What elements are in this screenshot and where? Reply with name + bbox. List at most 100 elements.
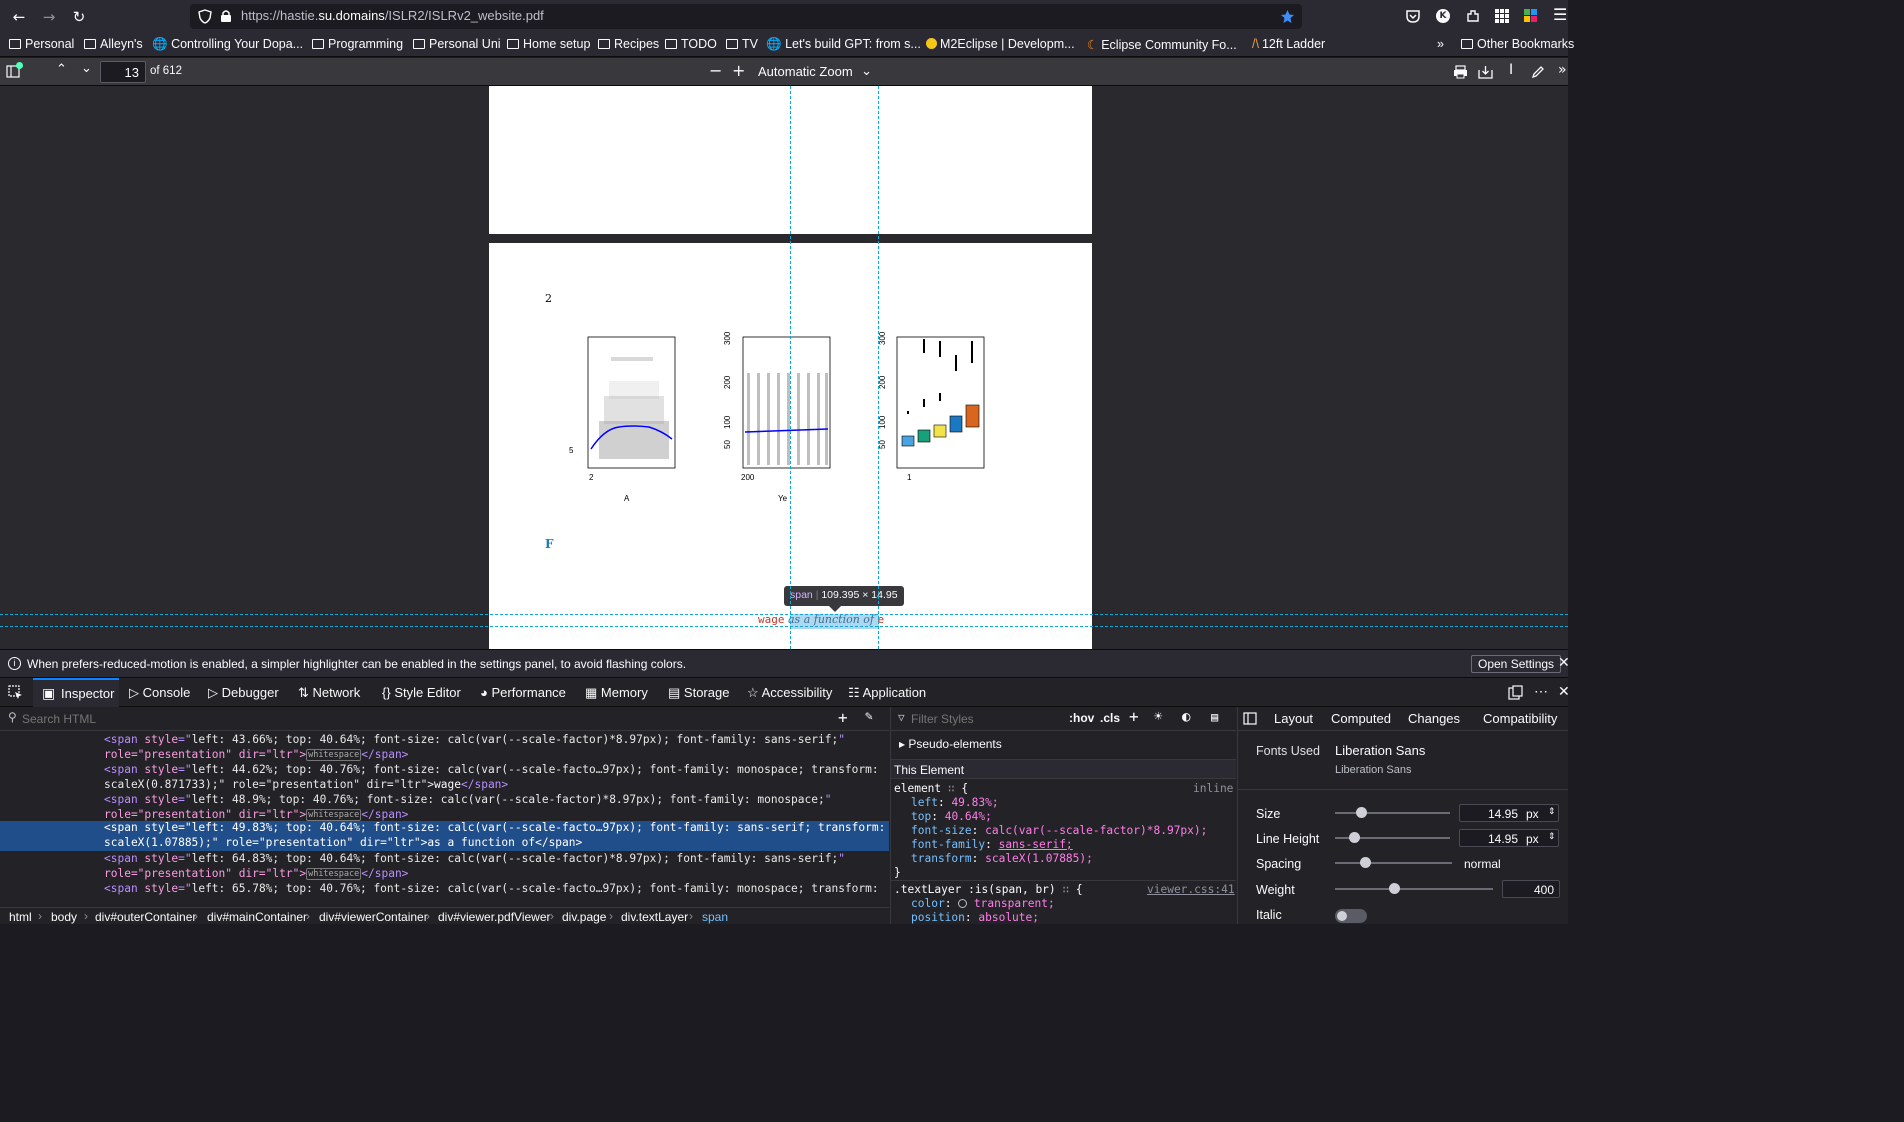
filter-styles-input[interactable] bbox=[911, 710, 1061, 728]
add-rule-icon[interactable]: + bbox=[1129, 707, 1139, 726]
tab-accessibility[interactable]: ☆ Accessibility bbox=[747, 685, 832, 701]
menu-icon[interactable]: ☰ bbox=[1553, 5, 1567, 24]
tab-network[interactable]: ⇅ Network bbox=[298, 685, 360, 701]
element-picker-icon[interactable] bbox=[8, 685, 23, 700]
textlayer-declarations[interactable]: color: transparent; position: absolute; bbox=[911, 897, 1055, 925]
breadcrumb-item[interactable]: div#mainContainer bbox=[207, 910, 307, 924]
apps-grid-icon[interactable] bbox=[1494, 8, 1510, 24]
save-icon[interactable] bbox=[1478, 65, 1493, 79]
pdf-viewer[interactable]: 2 5 2 A 300 200 100 50 200 Ye 300 200 10… bbox=[0, 86, 1568, 649]
weight-slider[interactable] bbox=[1335, 888, 1493, 890]
next-page-icon[interactable]: ⌄ bbox=[81, 61, 92, 76]
weight-slider-thumb[interactable] bbox=[1389, 883, 1400, 894]
search-html-input[interactable] bbox=[22, 710, 812, 728]
extension-colorful-icon[interactable] bbox=[1523, 8, 1539, 24]
bookmark-item[interactable]: M2Eclipse | Developm... bbox=[926, 37, 1075, 51]
toggle-pane-icon[interactable] bbox=[1243, 712, 1257, 725]
bookmark-item[interactable]: TV bbox=[726, 37, 758, 51]
extensions-icon[interactable] bbox=[1465, 8, 1481, 24]
tab-performance[interactable]: ◕ Performance bbox=[480, 685, 566, 700]
markup-node[interactable]: <span style="left: 44.62%; top: 40.76%; … bbox=[104, 763, 884, 792]
bookmark-star-icon[interactable] bbox=[1280, 9, 1295, 24]
italic-toggle[interactable] bbox=[1335, 909, 1367, 923]
breadcrumb-item[interactable]: div#viewer.pdfViewer bbox=[438, 910, 551, 924]
text-cursor-icon[interactable]: I bbox=[1509, 62, 1513, 78]
tab-application[interactable]: ☷ Application bbox=[848, 685, 926, 701]
tab-style-editor[interactable]: {} Style Editor bbox=[382, 685, 461, 700]
light-theme-icon[interactable]: ☀ bbox=[1154, 709, 1162, 725]
breadcrumb-item[interactable]: html bbox=[9, 910, 32, 924]
dock-side-icon[interactable] bbox=[1508, 685, 1523, 700]
markup-node[interactable]: <span style="left: 65.78%; top: 40.76%; … bbox=[104, 882, 884, 897]
breadcrumb-item[interactable]: div#outerContainer bbox=[95, 910, 196, 924]
tab-compatibility[interactable]: Compatibility bbox=[1483, 711, 1557, 726]
bookmark-item[interactable]: Alleyn's bbox=[84, 37, 143, 51]
element-declarations[interactable]: left: 49.83%; top: 40.64%; font-size: ca… bbox=[911, 796, 1207, 866]
breadcrumb-item[interactable]: body bbox=[51, 910, 77, 924]
open-settings-button[interactable]: Open Settings bbox=[1471, 655, 1562, 673]
breadcrumb-item-current[interactable]: span bbox=[702, 910, 728, 924]
more-tools-icon[interactable]: » bbox=[1558, 62, 1567, 78]
dark-theme-icon[interactable]: ◐ bbox=[1182, 709, 1190, 725]
profile-avatar[interactable]: K bbox=[1436, 9, 1450, 23]
bookmark-item[interactable]: Programming bbox=[312, 37, 403, 51]
bookmark-item[interactable]: Personal Uni bbox=[413, 37, 501, 51]
line-height-value-field[interactable]: 14.95 px ⇕ bbox=[1459, 829, 1559, 847]
tab-debugger[interactable]: ▷ Debugger bbox=[208, 685, 279, 701]
close-devtools-icon[interactable]: ✕ bbox=[1558, 683, 1570, 700]
bookmark-item[interactable]: TODO bbox=[665, 37, 717, 51]
other-bookmarks[interactable]: Other Bookmarks bbox=[1461, 37, 1574, 51]
bookmark-item[interactable]: Recipes bbox=[598, 37, 659, 51]
bookmark-item[interactable]: 🌐 Controlling Your Dopa... bbox=[152, 37, 303, 52]
markup-view[interactable]: <span style="left: 43.66%; top: 40.64%; … bbox=[0, 731, 889, 907]
breadcrumb-item[interactable]: div.page bbox=[562, 910, 606, 924]
bookmark-item[interactable]: /\ 12ft Ladder bbox=[1252, 37, 1325, 51]
size-slider-thumb[interactable] bbox=[1356, 807, 1367, 818]
spacing-slider[interactable] bbox=[1335, 862, 1452, 864]
tab-console[interactable]: ▷ Console bbox=[129, 685, 190, 701]
close-icon[interactable]: ✕ bbox=[1558, 654, 1570, 671]
spacing-slider-thumb[interactable] bbox=[1360, 857, 1371, 868]
line-height-slider-thumb[interactable] bbox=[1349, 832, 1360, 843]
add-node-icon[interactable]: + bbox=[838, 708, 848, 727]
eyedropper-icon[interactable]: ✎ bbox=[865, 709, 873, 724]
back-icon[interactable]: ← bbox=[8, 6, 30, 28]
color-swatch[interactable] bbox=[958, 899, 968, 908]
more-options-icon[interactable]: ⋯ bbox=[1534, 683, 1548, 700]
draw-pen-icon[interactable] bbox=[1531, 65, 1545, 79]
tab-memory[interactable]: ▦ Memory bbox=[585, 685, 648, 701]
markup-node[interactable]: <span style="left: 64.83%; top: 40.64%; … bbox=[104, 852, 884, 881]
zoom-out-icon[interactable]: − bbox=[709, 61, 722, 80]
breadcrumb-item[interactable]: div.textLayer bbox=[621, 910, 688, 924]
bookmark-item[interactable]: Personal bbox=[9, 37, 74, 51]
more-bookmarks-chevron-icon[interactable]: » bbox=[1437, 37, 1444, 51]
hov-toggle[interactable]: :hov bbox=[1069, 711, 1094, 725]
tab-storage[interactable]: ▤ Storage bbox=[668, 685, 729, 701]
markup-node-selected[interactable]: <span style="left: 49.83%; top: 40.64%; … bbox=[0, 821, 889, 851]
viewer-css-link[interactable]: viewer.css:41 bbox=[1147, 883, 1235, 896]
tab-changes[interactable]: Changes bbox=[1408, 711, 1460, 726]
bookmark-item[interactable]: ☾ Eclipse Community Fo... bbox=[1087, 37, 1237, 52]
tab-layout[interactable]: Layout bbox=[1274, 711, 1313, 726]
size-slider[interactable] bbox=[1335, 812, 1450, 814]
zoom-select[interactable]: Automatic Zoom ⌄ bbox=[752, 61, 878, 83]
markup-node[interactable]: <span style="left: 48.9%; top: 40.76%; f… bbox=[104, 793, 884, 822]
markup-node[interactable]: <span style="left: 43.66%; top: 40.64%; … bbox=[104, 733, 884, 762]
print-media-icon[interactable]: ▤ bbox=[1211, 710, 1218, 724]
forward-icon[interactable]: → bbox=[38, 6, 60, 28]
breadcrumb-item[interactable]: div#viewerContainer bbox=[319, 910, 428, 924]
page-number-input[interactable] bbox=[100, 61, 146, 83]
pocket-icon[interactable] bbox=[1405, 8, 1421, 24]
tab-computed[interactable]: Computed bbox=[1331, 711, 1391, 726]
size-value-field[interactable]: 14.95 px ⇕ bbox=[1459, 804, 1559, 822]
pseudo-elements-toggle[interactable]: ▸ Pseudo-elements bbox=[899, 737, 1002, 751]
weight-value-field[interactable]: 400 bbox=[1502, 880, 1560, 898]
print-icon[interactable] bbox=[1453, 65, 1468, 79]
lock-icon[interactable] bbox=[220, 9, 232, 23]
previous-page-icon[interactable]: ⌃ bbox=[56, 62, 67, 77]
shield-icon[interactable] bbox=[198, 9, 212, 24]
tab-inspector[interactable]: ▣ Inspector bbox=[33, 678, 119, 707]
zoom-in-icon[interactable]: + bbox=[732, 61, 745, 80]
reload-icon[interactable]: ↻ bbox=[68, 6, 90, 28]
url-bar[interactable]: https://hastie.su.domains/ISLR2/ISLRv2_w… bbox=[190, 4, 1302, 29]
